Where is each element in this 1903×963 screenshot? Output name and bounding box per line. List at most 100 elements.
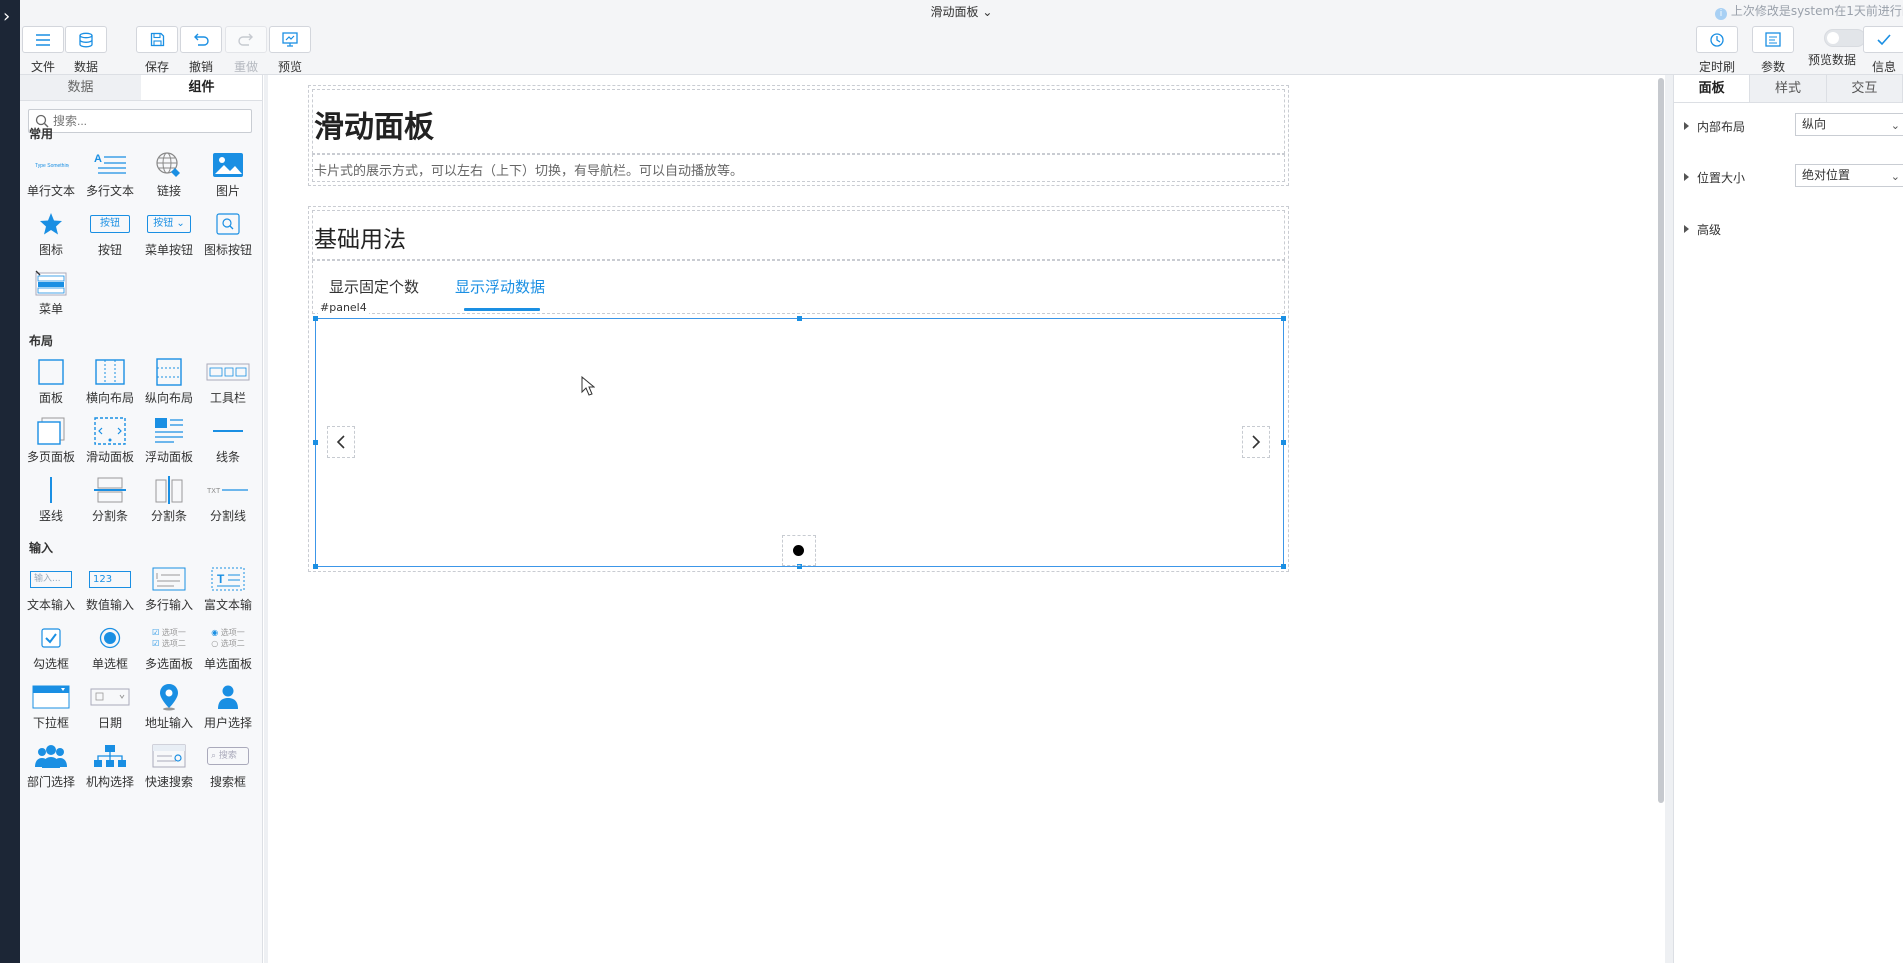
- resize-handle[interactable]: [797, 316, 802, 321]
- component-label: 地址输入: [144, 716, 193, 730]
- resize-handle[interactable]: [313, 564, 318, 569]
- component-search[interactable]: [28, 109, 252, 133]
- component-date[interactable]: 日期: [80, 680, 140, 738]
- slide-panel-selected[interactable]: [315, 318, 1284, 567]
- component-label: 菜单: [38, 302, 63, 316]
- component-department-select[interactable]: 部门选择: [21, 739, 81, 797]
- radio-icon: [99, 627, 121, 649]
- component-text-input[interactable]: 输入... 文本输入: [21, 562, 81, 620]
- component-radio-group[interactable]: ◉ 选项一 ○ 选项二 单选面板: [198, 621, 258, 679]
- file-button[interactable]: 文件: [22, 26, 64, 75]
- tab-panel[interactable]: 面板: [1674, 75, 1751, 102]
- component-link[interactable]: 链接: [139, 148, 199, 206]
- component-number-input[interactable]: 123 数值输入: [80, 562, 140, 620]
- component-vertical-line[interactable]: 竖线: [21, 473, 81, 531]
- resize-handle[interactable]: [1281, 316, 1286, 321]
- component-line[interactable]: 线条: [198, 414, 258, 472]
- component-multi-line-text[interactable]: A 多行文本: [80, 148, 140, 206]
- component-radio[interactable]: 单选框: [80, 621, 140, 679]
- position-size-select[interactable]: 绝对位置 ⌄: [1795, 164, 1903, 187]
- tab-data[interactable]: 数据: [20, 75, 141, 100]
- tab-interaction[interactable]: 交互: [1826, 75, 1903, 102]
- text-input-icon: 输入...: [30, 570, 72, 588]
- vertical-splitter-icon: [155, 476, 183, 504]
- resize-handle[interactable]: [1281, 564, 1286, 569]
- checkbox-group-icon: ☑ 选项一 ☑ 选项二: [152, 628, 186, 648]
- number-input-icon: 123: [89, 570, 131, 588]
- expand-triangle-icon: [1684, 122, 1689, 130]
- component-menu[interactable]: 菜单: [21, 266, 81, 324]
- tab-style[interactable]: 样式: [1750, 75, 1827, 102]
- component-button[interactable]: 按钮 按钮: [80, 207, 140, 265]
- prop-position-size[interactable]: 位置大小: [1684, 169, 1745, 186]
- single-line-text-icon: Type Something: [35, 163, 69, 169]
- params-label: 参数: [1760, 60, 1785, 74]
- preview-data-toggle[interactable]: [1824, 29, 1866, 47]
- component-checkbox[interactable]: 勾选框: [21, 621, 81, 679]
- inner-layout-select[interactable]: 纵向 ⌄: [1795, 113, 1903, 136]
- prop-inner-layout[interactable]: 内部布局: [1684, 118, 1745, 135]
- component-address-input[interactable]: 地址输入: [139, 680, 199, 738]
- component-search-box[interactable]: ⌕ 搜索 搜索框: [198, 739, 258, 797]
- component-rich-text[interactable]: T 富文本输: [198, 562, 258, 620]
- section-title-box[interactable]: [312, 210, 1285, 260]
- redo-button[interactable]: 重做: [225, 26, 267, 75]
- component-label: 下拉框: [32, 716, 69, 730]
- component-splitter-vertical[interactable]: 分割条: [139, 473, 199, 531]
- vertical-line-icon: [50, 477, 52, 503]
- preview-button[interactable]: 预览: [269, 26, 311, 75]
- component-user-select[interactable]: 用户选择: [198, 680, 258, 738]
- component-image[interactable]: 图片: [198, 148, 258, 206]
- component-toolbar[interactable]: 工具栏: [198, 355, 258, 413]
- info-button[interactable]: 信息: [1863, 26, 1903, 75]
- component-dropdown[interactable]: 下拉框: [21, 680, 81, 738]
- textarea-icon: [152, 567, 186, 591]
- component-label: 搜索框: [209, 775, 246, 789]
- component-menu-button[interactable]: 按钮 ⌄ 菜单按钮: [139, 207, 199, 265]
- slide-indicator-dot[interactable]: [793, 545, 804, 556]
- redo-icon: [238, 33, 253, 46]
- canvas-scrollbar[interactable]: [1658, 78, 1664, 803]
- component-vertical-layout[interactable]: 纵向布局: [139, 355, 199, 413]
- component-quick-search[interactable]: 快速搜索: [139, 739, 199, 797]
- resize-handle[interactable]: [1281, 440, 1286, 445]
- component-icon[interactable]: 图标: [21, 207, 81, 265]
- component-horizontal-layout[interactable]: 横向布局: [80, 355, 140, 413]
- resize-handle[interactable]: [313, 316, 318, 321]
- prop-advanced[interactable]: 高级: [1684, 221, 1721, 238]
- slide-prev-button[interactable]: [327, 426, 355, 458]
- component-multi-page-panel[interactable]: 多页面板: [21, 414, 81, 472]
- component-panel[interactable]: 面板: [21, 355, 81, 413]
- component-multi-line-input[interactable]: 多行输入: [139, 562, 199, 620]
- heading-box[interactable]: [312, 89, 1285, 154]
- component-label: 部门选择: [26, 775, 75, 789]
- component-label: 图片: [215, 184, 240, 198]
- component-single-line-text[interactable]: Type Something 单行文本: [21, 148, 81, 206]
- component-float-panel[interactable]: 浮动面板: [139, 414, 199, 472]
- clock-refresh-icon: [1710, 32, 1724, 47]
- data-label: 数据: [73, 60, 98, 74]
- save-button[interactable]: 保存: [136, 26, 178, 75]
- component-slide-panel[interactable]: 滑动面板: [80, 414, 140, 472]
- prop-label: 内部布局: [1697, 120, 1746, 134]
- component-splitter-horizontal[interactable]: 分割条: [80, 473, 140, 531]
- data-button[interactable]: 数据: [65, 26, 107, 75]
- document-title[interactable]: 滑动面板 ⌄: [20, 3, 1903, 20]
- expand-arrow-icon[interactable]: ›: [3, 8, 10, 26]
- tab-components[interactable]: 组件: [141, 75, 262, 100]
- page-description: 卡片式的展示方式，可以左右（上下）切换，有导航栏。可以自动播放等。: [314, 164, 744, 179]
- component-org-select[interactable]: 机构选择: [80, 739, 140, 797]
- component-label: 单行文本: [26, 184, 75, 198]
- checkbox-icon: [41, 628, 61, 648]
- params-button[interactable]: 参数: [1752, 26, 1794, 75]
- component-icon-button[interactable]: 图标按钮: [198, 207, 258, 265]
- component-divider[interactable]: TXT 分割线: [198, 473, 258, 531]
- tab-floating-data[interactable]: 显示浮动数据: [455, 276, 545, 297]
- slide-next-button[interactable]: [1242, 426, 1270, 458]
- canvas-gutter: [264, 75, 268, 963]
- tab-fixed-count[interactable]: 显示固定个数: [329, 276, 419, 297]
- resize-handle[interactable]: [313, 440, 318, 445]
- search-input[interactable]: [53, 112, 243, 130]
- undo-button[interactable]: 撤销: [180, 26, 222, 75]
- component-checkbox-group[interactable]: ☑ 选项一 ☑ 选项二 多选面板: [139, 621, 199, 679]
